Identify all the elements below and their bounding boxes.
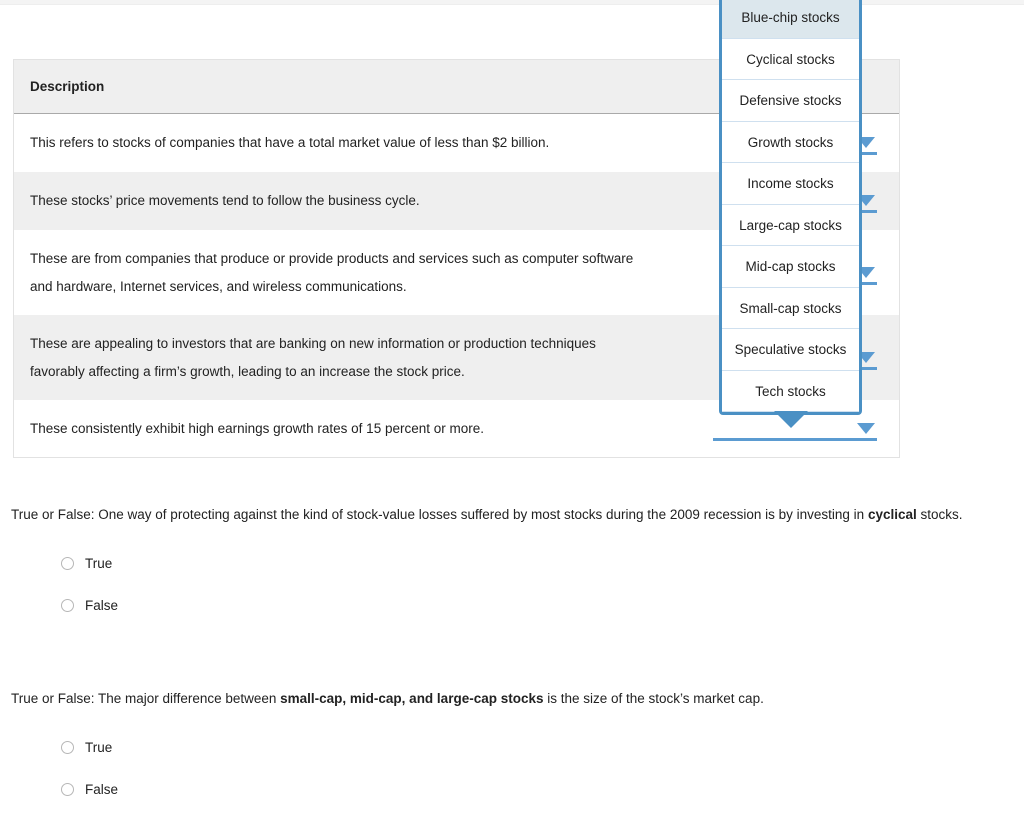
radio-button-icon[interactable]: [61, 740, 74, 754]
radio-option-label: False: [85, 781, 119, 797]
dropdown-option-large-cap[interactable]: Large-cap stocks: [722, 204, 859, 246]
description-line: These consistently exhibit high earnings…: [30, 420, 484, 436]
dropdown-option-income[interactable]: Income stocks: [722, 163, 859, 205]
dropdown-option-tech[interactable]: Tech stocks: [722, 370, 859, 412]
true-false-question-1: True or False: One way of protecting aga…: [11, 500, 1024, 637]
dropdown-option-small-cap[interactable]: Small-cap stocks: [722, 287, 859, 329]
prompt-text-emphasis: small-cap, mid-cap, and large-cap stocks: [280, 691, 544, 706]
radio-option-label: True: [85, 555, 113, 571]
dropdown-option-cyclical[interactable]: Cyclical stocks: [722, 38, 859, 80]
dropdown-option-blue-chip[interactable]: Blue-chip stocks: [722, 0, 859, 39]
column-header-description: Description: [30, 79, 105, 94]
description-cell: This refers to stocks of companies that …: [14, 114, 699, 172]
prompt-text-suffix: stocks.: [916, 507, 963, 522]
description-line: This refers to stocks of companies that …: [30, 135, 550, 150]
chevron-down-icon: [857, 422, 875, 434]
description-cell: These are from companies that produce or…: [14, 230, 699, 315]
true-false-question-2: True or False: The major difference betw…: [11, 684, 1024, 821]
description-line: These are from companies that produce or…: [30, 250, 634, 266]
stock-type-dropdown-menu[interactable]: Blue-chip stocks Cyclical stocks Defensi…: [719, 0, 862, 428]
dropdown-option-mid-cap[interactable]: Mid-cap stocks: [722, 246, 859, 288]
radio-button-icon[interactable]: [61, 556, 74, 570]
question-prompt: True or False: The major difference betw…: [11, 684, 1024, 713]
radio-option-false[interactable]: False: [61, 595, 1024, 615]
dropdown-pointer-icon: [773, 411, 808, 428]
prompt-text-suffix: is the size of the stock’s market cap.: [543, 691, 764, 706]
answer-options: True False: [11, 737, 1024, 799]
answer-options: True False: [11, 553, 1024, 615]
description-line: favorably affecting a firm’s growth, lea…: [30, 363, 465, 379]
dropdown-option-growth[interactable]: Growth stocks: [722, 121, 859, 163]
dropdown-option-speculative[interactable]: Speculative stocks: [722, 329, 859, 371]
radio-option-label: True: [85, 739, 113, 755]
description-cell: These are appealing to investors that ar…: [14, 315, 699, 400]
radio-button-icon[interactable]: [61, 782, 74, 796]
prompt-text-prefix: True or False: The major difference betw…: [11, 691, 281, 706]
radio-button-icon[interactable]: [61, 598, 74, 612]
radio-option-label: False: [85, 597, 119, 613]
prompt-text-emphasis: cyclical: [867, 507, 917, 522]
question-prompt: True or False: One way of protecting aga…: [11, 500, 1024, 529]
description-line: These stocks’ price movements tend to fo…: [30, 193, 420, 208]
description-line: These are appealing to investors that ar…: [30, 335, 596, 351]
prompt-text-prefix: True or False: One way of protecting aga…: [11, 507, 868, 522]
radio-option-false[interactable]: False: [61, 779, 1024, 799]
description-line: and hardware, Internet services, and wir…: [30, 278, 407, 294]
radio-option-true[interactable]: True: [61, 737, 1024, 757]
select-underline: [713, 437, 877, 441]
dropdown-option-defensive[interactable]: Defensive stocks: [722, 80, 859, 122]
radio-option-true[interactable]: True: [61, 553, 1024, 573]
description-cell: These stocks’ price movements tend to fo…: [14, 172, 699, 230]
viewport-top-strip: [0, 0, 1024, 5]
description-cell: These consistently exhibit high earnings…: [14, 400, 699, 457]
